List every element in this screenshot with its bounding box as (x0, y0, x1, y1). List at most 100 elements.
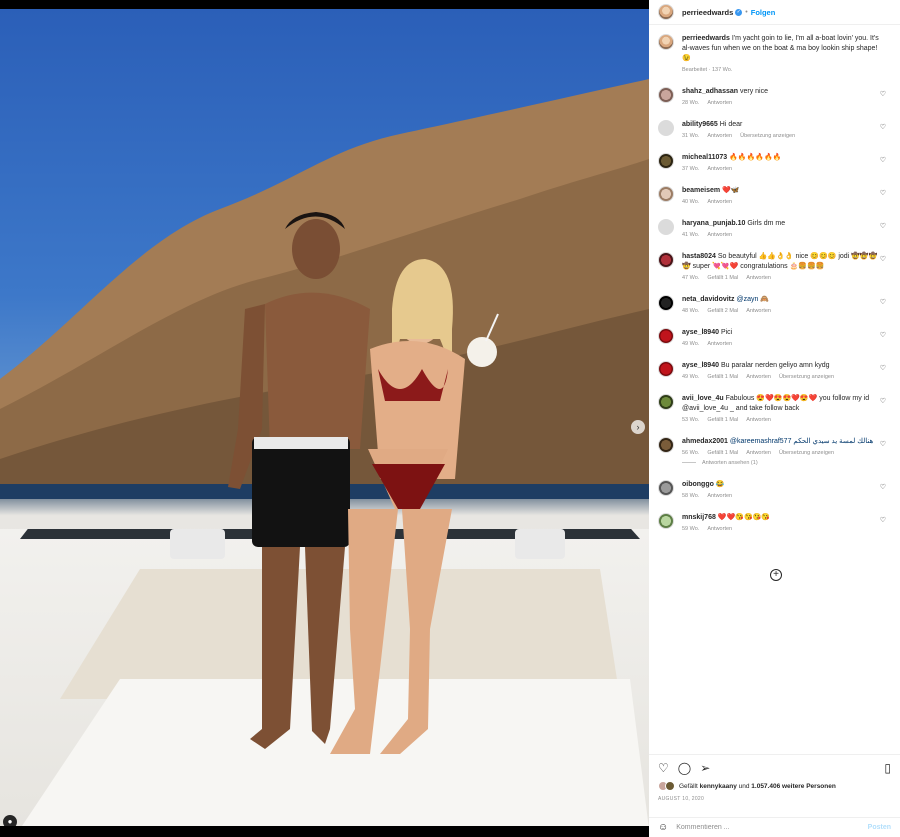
comment-likes[interactable]: Gefällt 1 Mal (707, 275, 738, 281)
comment-username[interactable]: ahmedax2001 (682, 438, 728, 445)
like-comment-icon[interactable]: ♡ (880, 123, 886, 131)
comment-likes[interactable]: Gefällt 1 Mal (707, 450, 738, 456)
translate-link[interactable]: Übersetzung anzeigen (740, 133, 795, 139)
commenter-avatar[interactable] (658, 120, 674, 136)
comment-username[interactable]: perrieedwards (682, 35, 730, 42)
post-photo[interactable]: › ● (0, 9, 649, 826)
reply-link[interactable]: Antworten (746, 417, 771, 423)
comment-username[interactable]: ability9665 (682, 121, 718, 128)
plus-circle-icon[interactable]: + (770, 569, 782, 581)
comment-username[interactable]: micheal11073 (682, 154, 727, 161)
reply-link[interactable]: Antworten (707, 526, 732, 532)
post-comment-button[interactable]: Posten (868, 824, 891, 831)
translate-link[interactable]: Übersetzung anzeigen (779, 374, 834, 380)
author-avatar[interactable] (658, 34, 674, 50)
comment-icon[interactable]: ◯ (678, 762, 691, 774)
reply-link[interactable]: Antworten (746, 450, 771, 456)
comment-username[interactable]: shahz_adhassan (682, 88, 738, 95)
comment-time: 40 Wo. (682, 199, 700, 205)
comment-item: micheal11073 🔥🔥🔥🔥🔥🔥 37 Wo. Antworten ♡ (649, 153, 891, 172)
commenter-avatar[interactable] (658, 437, 674, 453)
comment-username[interactable]: beameisem (682, 187, 720, 194)
comment-time: 48 Wo. (682, 308, 700, 314)
reply-link[interactable]: Antworten (707, 133, 732, 139)
comment-item: ayse_l8940 Pici 49 Wo. Antworten ♡ (649, 328, 891, 347)
commenter-avatar[interactable] (658, 480, 674, 496)
commenter-avatar[interactable] (658, 252, 674, 268)
comments-list[interactable]: perrieedwards I'm yacht goin to lie, I'm… (649, 28, 900, 753)
comment-username[interactable]: mnskij768 (682, 514, 716, 521)
comment-username[interactable]: ayse_l8940 (682, 329, 719, 336)
next-photo-button[interactable]: › (631, 420, 645, 434)
likes-summary[interactable]: Gefällt kennykaany und 1.057.406 weitere… (658, 781, 891, 791)
comment-text: very nice (739, 88, 768, 95)
reply-link[interactable]: Antworten (707, 232, 732, 238)
like-comment-icon[interactable]: ♡ (880, 364, 886, 372)
like-comment-icon[interactable]: ♡ (880, 440, 886, 448)
like-comment-icon[interactable]: ♡ (880, 397, 886, 405)
follow-button[interactable]: Folgen (751, 8, 776, 17)
reply-link[interactable]: Antworten (746, 275, 771, 281)
commenter-avatar[interactable] (658, 328, 674, 344)
comment-input[interactable] (676, 824, 847, 831)
comment-text: 🔥🔥🔥🔥🔥🔥 (729, 154, 782, 161)
like-comment-icon[interactable]: ♡ (880, 189, 886, 197)
like-comment-icon[interactable]: ♡ (880, 298, 886, 306)
reply-link[interactable]: Antworten (746, 374, 771, 380)
reply-link[interactable]: Antworten (707, 100, 732, 106)
comment-time: 49 Wo. (682, 341, 700, 347)
comment-likes[interactable]: Gefällt 1 Mal (707, 374, 738, 380)
like-comment-icon[interactable]: ♡ (880, 483, 886, 491)
commenter-avatar[interactable] (658, 394, 674, 410)
comment-username[interactable]: avii_love_4u (682, 395, 724, 402)
emoji-icon[interactable]: ☺ (658, 822, 668, 833)
comment-likes[interactable]: Gefällt 2 Mal (707, 308, 738, 314)
comment-likes[interactable]: Gefällt 1 Mal (707, 417, 738, 423)
post-actions: ♡ ◯ ➢ ▯ Gefällt kennykaany und 1.057.406… (649, 754, 900, 802)
like-comment-icon[interactable]: ♡ (880, 156, 886, 164)
comment-username[interactable]: haryana_punjab.10 (682, 220, 745, 227)
liker-avatar (665, 781, 675, 791)
comment-username[interactable]: ayse_l8940 (682, 362, 719, 369)
likes-user[interactable]: kennykaany (700, 783, 737, 790)
reply-link[interactable]: Antworten (707, 341, 732, 347)
reply-link[interactable]: Antworten (707, 199, 732, 205)
caption: perrieedwards I'm yacht goin to lie, I'm… (649, 34, 891, 73)
comment-time: 47 Wo. (682, 275, 700, 281)
comment-item: ayse_l8940 Bu paralar nerden geliyo amn … (649, 361, 891, 380)
like-comment-icon[interactable]: ♡ (880, 516, 886, 524)
verified-badge-icon: ✓ (735, 8, 743, 16)
likes-count[interactable]: 1.057.406 weitere Personen (751, 783, 836, 790)
commenter-avatar[interactable] (658, 153, 674, 169)
commenter-avatar[interactable] (658, 219, 674, 235)
commenter-avatar[interactable] (658, 186, 674, 202)
reply-link[interactable]: Antworten (707, 166, 732, 172)
likes-middle: und (736, 782, 752, 790)
like-comment-icon[interactable]: ♡ (880, 255, 886, 263)
comment-time: 41 Wo. (682, 232, 700, 238)
comment-username[interactable]: oibonggo (682, 481, 714, 488)
comment-text: Pici (720, 329, 733, 336)
reply-link[interactable]: Antworten (746, 308, 771, 314)
bookmark-icon[interactable]: ▯ (884, 762, 891, 774)
share-icon[interactable]: ➢ (700, 762, 710, 774)
like-comment-icon[interactable]: ♡ (880, 90, 886, 98)
author-avatar[interactable] (658, 4, 674, 20)
author-username[interactable]: perrieedwards (682, 8, 733, 17)
commenter-avatar[interactable] (658, 87, 674, 103)
translate-link[interactable]: Übersetzung anzeigen (779, 450, 834, 456)
view-replies-link[interactable]: Antworten ansehen (1) (682, 460, 882, 466)
comment-username[interactable]: neta_davidovitz (682, 296, 735, 303)
comment-time: 56 Wo. (682, 450, 700, 456)
heart-icon[interactable]: ♡ (658, 762, 669, 774)
like-comment-icon[interactable]: ♡ (880, 331, 886, 339)
commenter-avatar[interactable] (658, 295, 674, 311)
like-comment-icon[interactable]: ♡ (880, 222, 886, 230)
user-tag-icon[interactable]: ● (3, 815, 17, 826)
comment-username[interactable]: hasta8024 (682, 253, 716, 260)
comment-time: 59 Wo. (682, 526, 700, 532)
comment-item: mnskij768 ❤️❤️😘😘😘😘 59 Wo. Antworten ♡ (649, 513, 891, 532)
commenter-avatar[interactable] (658, 513, 674, 529)
commenter-avatar[interactable] (658, 361, 674, 377)
reply-link[interactable]: Antworten (707, 493, 732, 499)
